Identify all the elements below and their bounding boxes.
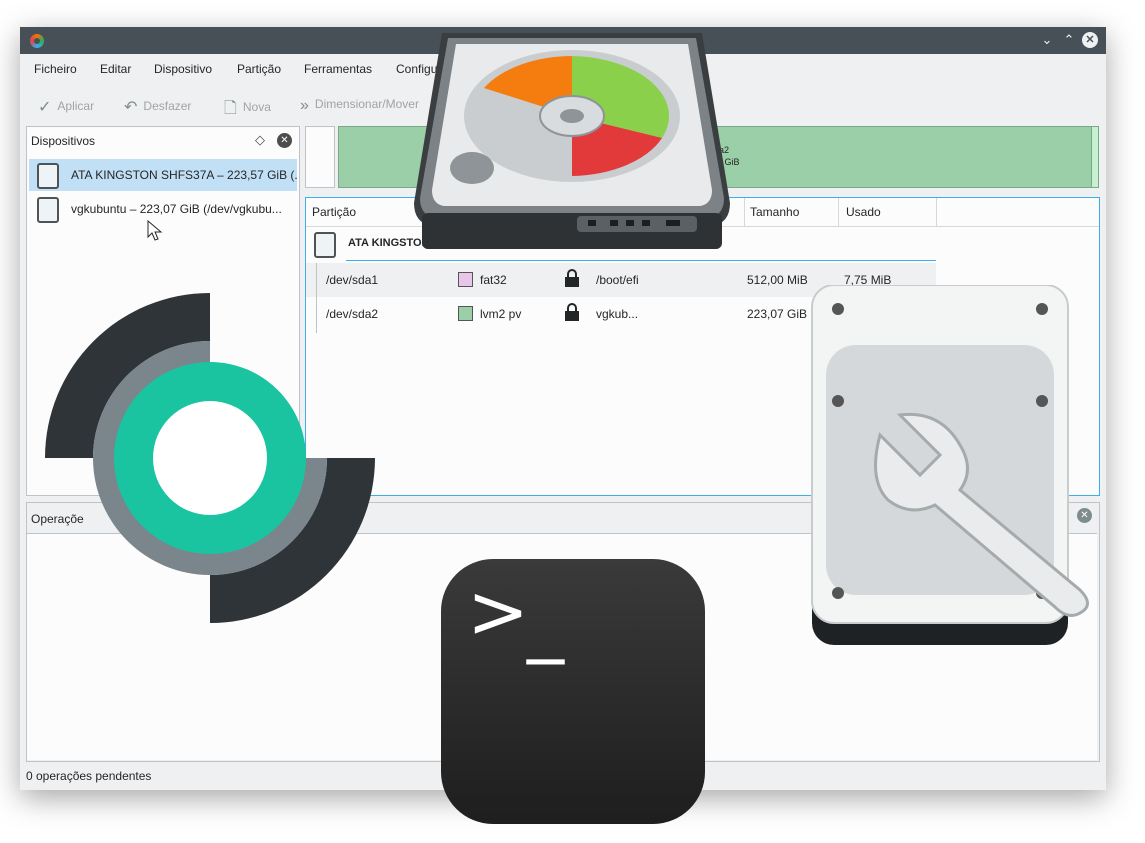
partition-segment-unallocated[interactable] — [1091, 126, 1099, 188]
chevron-down-icon[interactable]: ⌄ — [1038, 31, 1056, 49]
circular-logo-icon — [45, 293, 375, 623]
device-item-kingston[interactable]: ATA KINGSTON SHFS37A – 223,57 GiB (... — [29, 159, 297, 191]
wrench-drive-icon — [811, 285, 1089, 645]
device-label: ATA KINGSTON SHFS37A – 223,57 GiB (... — [71, 168, 297, 182]
partition-name: /dev/sda1 — [326, 273, 379, 287]
float-icon[interactable]: ◇ — [255, 132, 265, 148]
devices-panel-title: Dispositivos — [31, 134, 96, 148]
row-underline — [346, 260, 936, 261]
status-bar-text: 0 operações pendentes — [26, 769, 152, 783]
mouse-cursor-icon — [147, 220, 163, 241]
col-tamanho[interactable]: Tamanho — [750, 205, 799, 219]
close-icon[interactable]: ✕ — [1082, 32, 1098, 48]
resize-icon: » — [300, 97, 309, 114]
terminal-cursor: _ — [527, 579, 564, 665]
app-icon — [30, 34, 44, 48]
partition-mount: vgkub... — [596, 307, 639, 321]
undo-label: Desfazer — [143, 99, 192, 113]
close-icon[interactable]: ✕ — [277, 133, 292, 148]
new-button[interactable]: 🗋 Nova — [224, 97, 271, 124]
device-label: vgkubuntu – 223,07 GiB (/dev/vgkubu... — [71, 202, 282, 216]
menu-ficheiro[interactable]: Ficheiro — [34, 62, 77, 76]
device-item-vgkubuntu[interactable]: vgkubuntu – 223,07 GiB (/dev/vgkubu... — [29, 193, 297, 225]
new-document-icon: 🗋 — [224, 100, 237, 117]
partition-mount: /boot/efi — [596, 273, 639, 287]
fs-color-swatch — [458, 272, 473, 287]
partition-segment-sda1[interactable] — [305, 126, 335, 188]
harddisk-pie-icon — [414, 33, 730, 249]
menu-particao[interactable]: Partição — [237, 62, 281, 76]
lock-icon — [565, 269, 579, 287]
partition-size: 512,00 MiB — [747, 273, 808, 287]
hard-disk-icon — [37, 197, 59, 223]
hard-disk-icon — [37, 163, 59, 189]
resize-move-button[interactable]: » Dimensionar/Mover — [300, 97, 419, 115]
column-divider — [744, 198, 745, 226]
resize-label: Dimensionar/Mover — [314, 97, 419, 111]
menu-editar[interactable]: Editar — [100, 62, 131, 76]
apply-button[interactable]: ✓ Aplicar — [38, 97, 94, 117]
fs-color-swatch — [458, 306, 473, 321]
undo-icon: ↶ — [124, 99, 138, 116]
col-particao[interactable]: Partição — [312, 205, 356, 219]
partition-fs: lvm2 pv — [480, 307, 522, 321]
undo-button[interactable]: ↶ Desfazer — [124, 97, 191, 117]
chevron-up-icon[interactable]: ⌃ — [1060, 31, 1078, 49]
hard-disk-icon — [314, 232, 336, 258]
partition-fs: fat32 — [480, 273, 507, 287]
new-label: Nova — [242, 100, 271, 114]
col-usado[interactable]: Usado — [846, 205, 881, 219]
terminal-icon: > _ — [441, 559, 705, 824]
lock-icon — [565, 303, 579, 321]
apply-label: Aplicar — [57, 99, 95, 113]
column-divider — [936, 198, 937, 226]
column-divider — [838, 198, 839, 226]
menu-ferramentas[interactable]: Ferramentas — [304, 62, 372, 76]
terminal-prompt: > — [467, 569, 530, 655]
check-icon: ✓ — [38, 99, 52, 116]
partition-size: 223,07 GiB — [747, 307, 808, 321]
menu-dispositivo[interactable]: Dispositivo — [154, 62, 212, 76]
